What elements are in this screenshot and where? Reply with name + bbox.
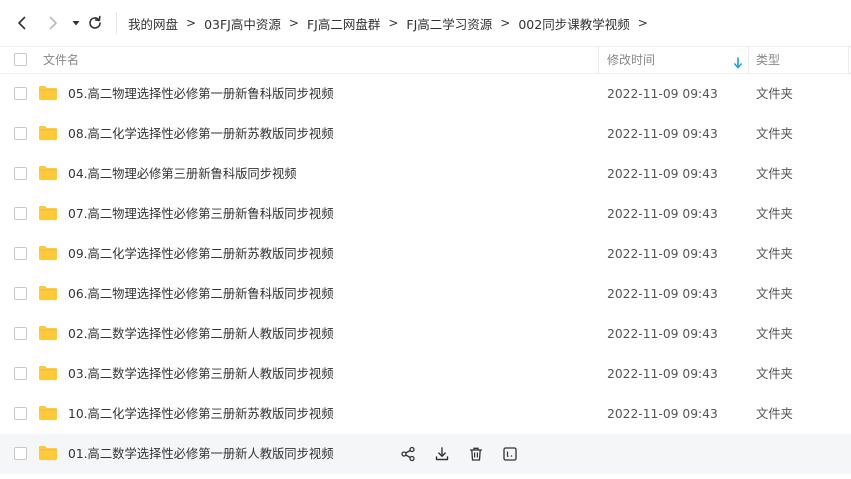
share-icon[interactable] <box>398 444 417 463</box>
file-type: 文件夹 <box>756 127 793 141</box>
breadcrumb-item[interactable]: FJ高二学习资源 <box>406 14 492 33</box>
file-name[interactable]: 04.高二物理必修第三册新鲁科版同步视频 <box>68 154 297 194</box>
folder-icon <box>38 165 58 181</box>
file-type: 文件夹 <box>756 407 793 421</box>
column-divider[interactable] <box>748 47 749 73</box>
modified-time: 2022-11-09 09:43 <box>607 287 718 301</box>
column-divider[interactable] <box>848 47 849 73</box>
row-checkbox[interactable] <box>14 207 27 220</box>
row-checkbox[interactable] <box>14 167 27 180</box>
history-dropdown[interactable] <box>70 14 82 32</box>
file-name[interactable]: 03.高二数学选择性必修第三册新人教版同步视频 <box>68 354 334 394</box>
breadcrumb-separator: > <box>388 16 399 30</box>
row-checkbox[interactable] <box>14 87 27 100</box>
breadcrumb-item[interactable]: 我的网盘 <box>128 14 178 33</box>
breadcrumb-separator: > <box>500 16 511 30</box>
folder-icon <box>38 285 58 301</box>
column-modified-header[interactable]: 修改时间 <box>607 47 655 73</box>
file-row[interactable]: 07.高二物理选择性必修第三册新鲁科版同步视频 2022-11-09 09:43 文… <box>0 194 851 234</box>
file-type: 文件夹 <box>756 367 793 381</box>
toolbar: 我的网盘 >03FJ高中资源 > FJ高二网盘群 > FJ高二学习资源 >002同步课教学视… <box>0 0 851 46</box>
row-checkbox[interactable] <box>14 127 27 140</box>
file-type: 文件夹 <box>756 287 793 301</box>
modified-time: 2022-11-09 09:43 <box>607 127 718 141</box>
file-row[interactable]: 04.高二物理必修第三册新鲁科版同步视频 2022-11-09 09:43 文件夹 <box>0 154 851 194</box>
folder-icon <box>38 365 58 381</box>
caret-down-icon <box>72 21 80 26</box>
file-name[interactable]: 10.高二化学选择性必修第三册新苏教版同步视频 <box>68 394 334 434</box>
row-checkbox[interactable] <box>14 287 27 300</box>
file-name[interactable]: 08.高二化学选择性必修第一册新苏教版同步视频 <box>68 114 334 154</box>
file-name[interactable]: 06.高二物理选择性必修第二册新鲁科版同步视频 <box>68 274 334 314</box>
more-icon[interactable] <box>500 444 519 463</box>
column-type-header[interactable]: 类型 <box>756 47 780 73</box>
row-actions <box>398 444 519 464</box>
breadcrumb-separator: > <box>288 16 299 30</box>
folder-icon <box>38 325 58 341</box>
row-checkbox[interactable] <box>14 447 27 460</box>
modified-time: 2022-11-09 09:43 <box>607 327 718 341</box>
file-name[interactable]: 07.高二物理选择性必修第三册新鲁科版同步视频 <box>68 194 334 234</box>
folder-icon <box>38 125 58 141</box>
forward-button[interactable] <box>44 14 62 32</box>
folder-icon <box>38 405 58 421</box>
sort-descending-icon[interactable] <box>733 54 743 69</box>
download-icon[interactable] <box>432 444 451 463</box>
file-name[interactable]: 05.高二物理选择性必修第一册新鲁科版同步视频 <box>68 74 334 114</box>
trash-icon[interactable] <box>466 444 485 463</box>
folder-icon <box>38 445 58 461</box>
file-row[interactable]: 05.高二物理选择性必修第一册新鲁科版同步视频 2022-11-09 09:43 文… <box>0 74 851 114</box>
file-row[interactable]: 02.高二数学选择性必修第二册新人教版同步视频 2022-11-09 09:43 文… <box>0 314 851 354</box>
folder-icon <box>38 85 58 101</box>
folder-icon <box>38 245 58 261</box>
file-row[interactable]: 10.高二化学选择性必修第三册新苏教版同步视频 2022-11-09 09:43 文… <box>0 394 851 434</box>
modified-time: 2022-11-09 09:43 <box>607 367 718 381</box>
chevron-left-icon <box>18 16 26 30</box>
refresh-icon <box>89 15 101 29</box>
file-row[interactable]: 08.高二化学选择性必修第一册新苏教版同步视频 2022-11-09 09:43 文… <box>0 114 851 154</box>
breadcrumb-separator: > <box>186 16 197 30</box>
row-checkbox[interactable] <box>14 247 27 260</box>
folder-icon <box>38 205 58 221</box>
file-row[interactable]: 01.高二数学选择性必修第一册新人教版同步视频 <box>0 434 851 474</box>
breadcrumb-separator: > <box>637 16 648 30</box>
row-checkbox[interactable] <box>14 407 27 420</box>
file-type: 文件夹 <box>756 207 793 221</box>
breadcrumb-item[interactable]: FJ高二网盘群 <box>307 14 380 33</box>
modified-time: 2022-11-09 09:43 <box>607 87 718 101</box>
breadcrumb-item[interactable]: 002同步课教学视频 <box>518 14 629 33</box>
file-name[interactable]: 02.高二数学选择性必修第二册新人教版同步视频 <box>68 314 334 354</box>
file-row[interactable]: 06.高二物理选择性必修第二册新鲁科版同步视频 2022-11-09 09:43 文… <box>0 274 851 314</box>
modified-time: 2022-11-09 09:43 <box>607 247 718 261</box>
file-type: 文件夹 <box>756 327 793 341</box>
file-row[interactable]: 03.高二数学选择性必修第三册新人教版同步视频 2022-11-09 09:43 文… <box>0 354 851 394</box>
breadcrumb: 我的网盘 >03FJ高中资源 > FJ高二网盘群 > FJ高二学习资源 >002同步课教学视… <box>128 0 656 46</box>
column-divider[interactable] <box>598 47 599 73</box>
refresh-button[interactable] <box>86 14 104 32</box>
file-type: 文件夹 <box>756 247 793 261</box>
row-checkbox[interactable] <box>14 327 27 340</box>
modified-time: 2022-11-09 09:43 <box>607 167 718 181</box>
modified-time: 2022-11-09 09:43 <box>607 207 718 221</box>
file-row[interactable]: 09.高二化学选择性必修第二册新苏教版同步视频 2022-11-09 09:43 文… <box>0 234 851 274</box>
file-list-header: 文件名 修改时间 类型 <box>0 46 851 74</box>
breadcrumb-item[interactable]: 03FJ高中资源 <box>204 14 281 33</box>
column-name-header[interactable]: 文件名 <box>43 47 79 73</box>
back-button[interactable] <box>13 14 31 32</box>
chevron-right-icon <box>49 16 57 30</box>
file-name[interactable]: 09.高二化学选择性必修第二册新苏教版同步视频 <box>68 234 334 274</box>
file-name[interactable]: 01.高二数学选择性必修第一册新人教版同步视频 <box>68 434 334 474</box>
modified-time: 2022-11-09 09:43 <box>607 407 718 421</box>
select-all-checkbox[interactable] <box>14 53 27 66</box>
file-type: 文件夹 <box>756 167 793 181</box>
row-checkbox[interactable] <box>14 367 27 380</box>
file-type: 文件夹 <box>756 87 793 101</box>
toolbar-divider <box>116 12 117 34</box>
